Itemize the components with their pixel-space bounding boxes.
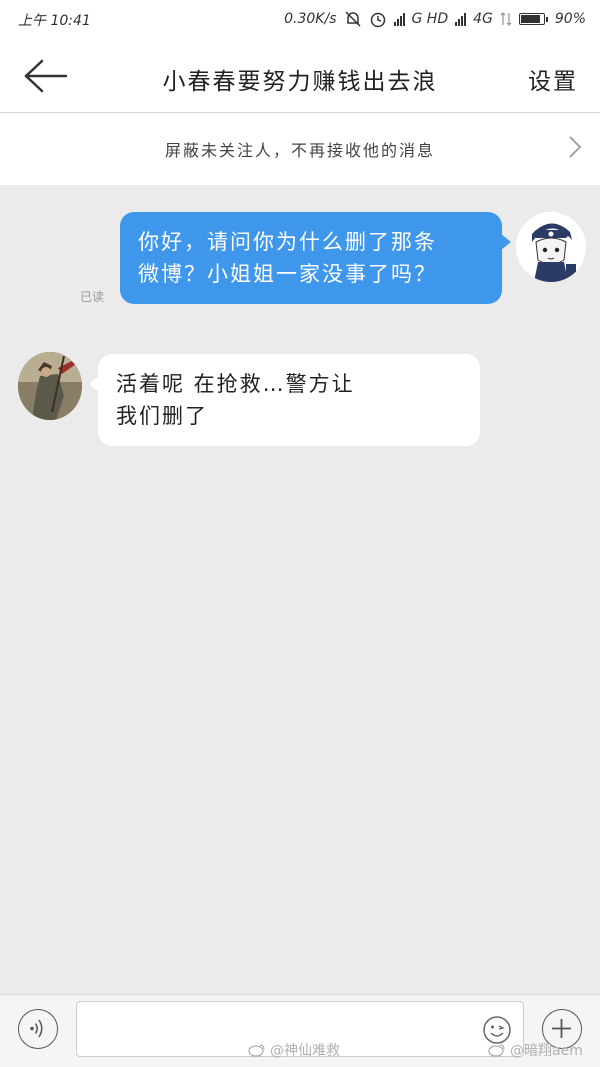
mute-alarm-icon — [344, 11, 361, 27]
status-time: 上午 10:41 — [18, 13, 91, 29]
chat-header: 小春春要努力赚钱出去浪 设置 — [0, 40, 600, 113]
weibo-logo-icon — [248, 1044, 265, 1057]
voice-button[interactable] — [18, 1009, 58, 1049]
watermark: @暗翔aem — [488, 1040, 583, 1060]
data-transfer-icon — [500, 12, 512, 26]
settings-button[interactable]: 设置 — [528, 62, 578, 96]
avatar[interactable] — [516, 212, 586, 282]
watermark-text: @神仙难救 — [270, 1043, 340, 1059]
anime-avatar-icon — [516, 212, 586, 282]
signal-icon-2 — [455, 12, 467, 26]
block-notice-banner[interactable]: 屏蔽未关注人，不再接收他的消息 — [0, 113, 600, 185]
voice-icon — [30, 1019, 43, 1038]
chat-title: 小春春要努力赚钱出去浪 — [162, 69, 438, 95]
block-notice-text: 屏蔽未关注人，不再接收他的消息 — [164, 141, 435, 160]
watermark: @神仙难救 — [248, 1040, 340, 1060]
battery-percent: 90% — [554, 11, 586, 27]
message-line: 活着呢 在抢救…警方让 — [116, 372, 355, 396]
watermark-text: @暗翔aem — [510, 1043, 583, 1059]
message-line: 我们删了 — [116, 404, 208, 428]
message-bubble-incoming[interactable]: 活着呢 在抢救…警方让 我们删了 — [89, 354, 480, 446]
alarm-clock-icon — [370, 12, 385, 28]
message-line: 你好，请问你为什么删了那条 — [138, 230, 437, 254]
message-line: 微博？小姐姐一家没事了吗？ — [138, 262, 437, 286]
network-type: G HD — [411, 11, 449, 27]
message-bubble-outgoing[interactable]: 你好，请问你为什么删了那条 微博？小姐姐一家没事了吗？ — [120, 212, 511, 304]
avatar[interactable] — [18, 352, 82, 420]
chat-area: 你好，请问你为什么删了那条 微博？小姐姐一家没事了吗？ 已读 活着呢 在抢救…警… — [0, 186, 600, 994]
battery-icon — [518, 13, 548, 25]
network-speed: 0.30K/s — [284, 11, 337, 27]
read-receipt: 已读 — [80, 290, 105, 304]
signal-icon — [393, 12, 405, 26]
network-type-2: 4G — [473, 11, 493, 27]
status-bar: 上午 10:41 0.30K/s G HD 4G 90% — [0, 0, 600, 40]
chevron-right-icon — [569, 136, 582, 158]
status-indicators: 0.30K/s G HD 4G 90% — [284, 10, 586, 28]
weibo-logo-icon — [488, 1044, 505, 1057]
warrior-avatar-icon — [18, 352, 82, 420]
